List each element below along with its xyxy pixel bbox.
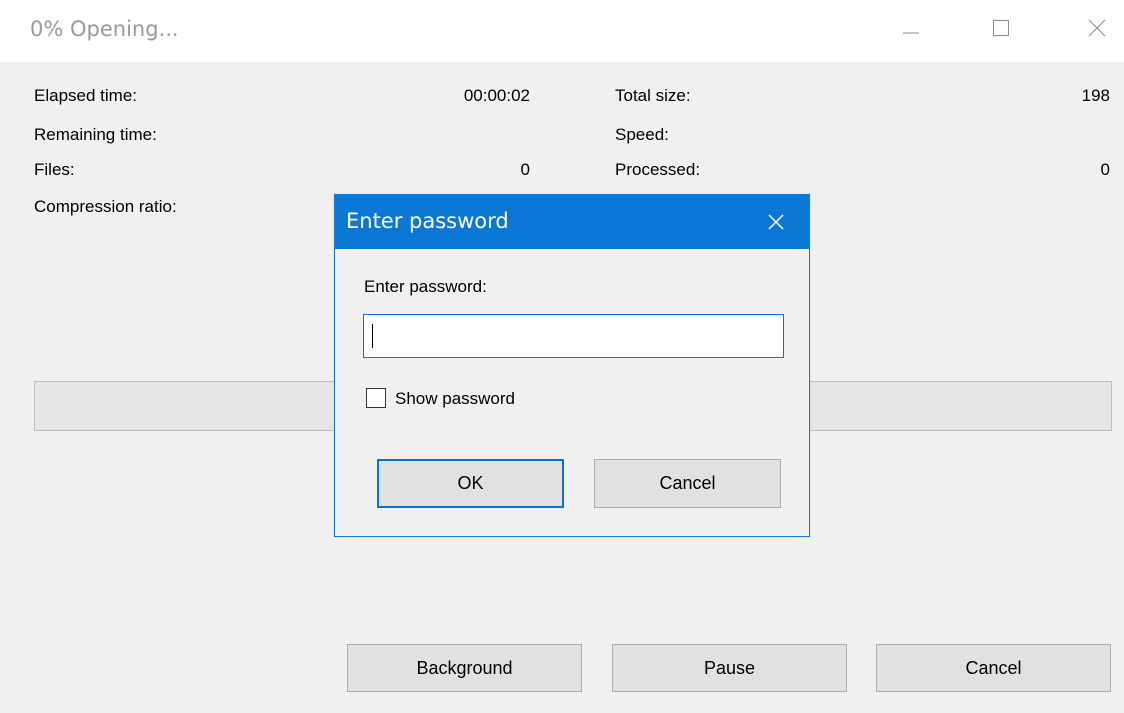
show-password-checkbox[interactable]	[366, 388, 386, 408]
files-label: Files:	[34, 160, 75, 179]
close-icon	[768, 214, 784, 230]
window-titlebar: 0% Opening...	[0, 0, 1124, 62]
total-size-value: 198	[1081, 86, 1110, 105]
minimize-icon	[903, 32, 919, 34]
ok-button[interactable]: OK	[377, 459, 564, 508]
files-value: 0	[520, 160, 530, 179]
minimize-button[interactable]	[882, 6, 940, 50]
text-caret	[372, 324, 373, 348]
dialog-titlebar: Enter password	[335, 195, 809, 249]
cancel-button[interactable]: Cancel	[876, 644, 1111, 692]
elapsed-time-value: 00:00:02	[463, 86, 530, 105]
dialog-title: Enter password	[346, 209, 509, 233]
dialog-close-button[interactable]	[755, 203, 797, 241]
password-input[interactable]	[363, 314, 784, 358]
remaining-time-label: Remaining time:	[34, 125, 157, 144]
total-size-label: Total size:	[615, 86, 691, 105]
window-close-button[interactable]	[1068, 6, 1124, 50]
password-dialog: Enter password Enter password: Show pass…	[334, 194, 810, 537]
password-prompt-label: Enter password:	[364, 277, 487, 296]
processed-label: Processed:	[615, 160, 701, 179]
compression-ratio-label: Compression ratio:	[34, 197, 177, 216]
close-icon	[1088, 19, 1106, 37]
pause-button[interactable]: Pause	[612, 644, 847, 692]
maximize-icon	[993, 20, 1009, 36]
window-title: 0% Opening...	[30, 17, 179, 41]
show-password-label[interactable]: Show password	[395, 389, 515, 409]
elapsed-time-label: Elapsed time:	[34, 86, 137, 105]
dialog-cancel-button[interactable]: Cancel	[594, 459, 781, 508]
speed-label: Speed:	[615, 125, 669, 144]
background-button[interactable]: Background	[347, 644, 582, 692]
processed-value: 0	[1100, 160, 1110, 179]
maximize-button[interactable]	[972, 6, 1030, 50]
